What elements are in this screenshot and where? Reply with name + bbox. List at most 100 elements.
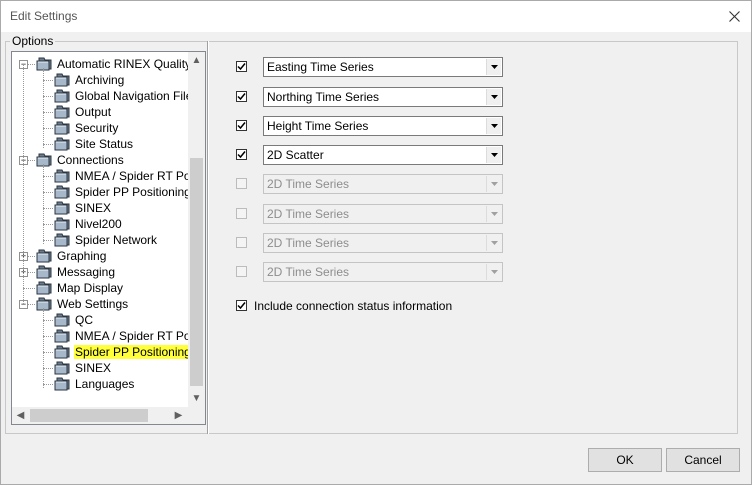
tree-node-label: Spider PP Positioning xyxy=(75,185,191,199)
tree-connector xyxy=(43,384,53,385)
graph-type-dropdown[interactable]: 2D Time Series xyxy=(263,174,503,194)
tree-node[interactable]: Output xyxy=(54,104,112,120)
close-icon xyxy=(728,11,740,22)
graph-enable-checkbox[interactable] xyxy=(236,208,247,219)
tree-node[interactable]: QC xyxy=(54,312,94,328)
tree-node[interactable]: Global Navigation Files xyxy=(54,88,192,104)
folder-icon xyxy=(36,265,52,279)
tree-node-label: QC xyxy=(75,313,93,327)
graph-enable-checkbox[interactable] xyxy=(236,61,247,72)
dropdown-button[interactable] xyxy=(486,176,501,192)
graph-type-dropdown[interactable]: 2D Time Series xyxy=(263,262,503,282)
tree-node-label: NMEA / Spider RT Posi xyxy=(75,329,192,343)
horizontal-scroll-thumb[interactable] xyxy=(30,409,148,422)
tree-connector xyxy=(43,176,53,177)
cancel-button[interactable]: Cancel xyxy=(666,448,740,472)
tree-node[interactable]: Connections xyxy=(36,152,125,168)
folder-icon xyxy=(54,233,70,247)
checkmark-icon xyxy=(237,93,246,101)
tree-node[interactable]: Map Display xyxy=(36,280,124,296)
include-status-checkbox[interactable] xyxy=(236,300,247,311)
tree-node-label: Archiving xyxy=(75,73,125,87)
folder-icon xyxy=(54,345,70,359)
folder-icon xyxy=(54,329,70,343)
tree-node[interactable]: NMEA / Spider RT Posi xyxy=(54,328,192,344)
tree-node[interactable]: SINEX xyxy=(54,200,112,216)
tree-node[interactable]: Archiving xyxy=(54,72,125,88)
graph-type-dropdown[interactable]: 2D Scatter xyxy=(263,145,503,165)
folder-icon xyxy=(54,169,70,183)
tree-node[interactable]: Web Settings xyxy=(36,296,129,312)
graph-enable-checkbox[interactable] xyxy=(236,91,247,102)
graph-type-value: Height Time Series xyxy=(267,119,369,133)
folder-icon xyxy=(54,137,70,151)
ok-button[interactable]: OK xyxy=(588,448,662,472)
graph-type-value: 2D Time Series xyxy=(267,177,350,191)
tree-connector xyxy=(43,240,53,241)
folder-icon xyxy=(54,201,70,215)
settings-tree[interactable]: Automatic RINEX Quality Ch−ArchivingGlob… xyxy=(11,51,206,425)
graph-enable-checkbox[interactable] xyxy=(236,237,247,248)
dropdown-button[interactable] xyxy=(486,147,501,163)
folder-icon xyxy=(54,185,70,199)
folder-icon xyxy=(54,105,70,119)
dropdown-button[interactable] xyxy=(486,235,501,251)
tree-connector xyxy=(23,288,35,289)
tree-node[interactable]: Spider Network xyxy=(54,232,158,248)
tree-vertical-scrollbar[interactable]: ▲ ▼ xyxy=(188,52,205,407)
graph-enable-checkbox[interactable] xyxy=(236,120,247,131)
dropdown-button[interactable] xyxy=(486,89,501,105)
tree-node[interactable]: Spider PP Positioning xyxy=(54,344,192,360)
checkmark-icon xyxy=(237,151,246,159)
scroll-left-icon[interactable]: ◀ xyxy=(12,407,29,424)
graph-type-dropdown[interactable]: Northing Time Series xyxy=(263,87,503,107)
tree-connector xyxy=(43,144,53,145)
tree-node-label: Map Display xyxy=(57,281,124,295)
dropdown-button[interactable] xyxy=(486,59,501,75)
dropdown-button[interactable] xyxy=(486,264,501,280)
tree-node[interactable]: Graphing xyxy=(36,248,107,264)
tree-node[interactable]: NMEA / Spider RT Posi xyxy=(54,168,192,184)
tree-node[interactable]: Spider PP Positioning xyxy=(54,184,192,200)
graph-type-dropdown[interactable]: Height Time Series xyxy=(263,116,503,136)
tree-node-label: SINEX xyxy=(75,361,112,375)
chevron-down-icon xyxy=(490,241,498,245)
scroll-down-icon[interactable]: ▼ xyxy=(188,390,205,407)
tree-node-label: Site Status xyxy=(75,137,134,151)
close-button[interactable] xyxy=(717,1,751,32)
dropdown-button[interactable] xyxy=(486,118,501,134)
tree-node[interactable]: Messaging xyxy=(36,264,116,280)
graph-type-dropdown[interactable]: 2D Time Series xyxy=(263,233,503,253)
graph-enable-checkbox[interactable] xyxy=(236,149,247,160)
tree-node[interactable]: Security xyxy=(54,120,119,136)
chevron-down-icon xyxy=(490,212,498,216)
tree-connector xyxy=(43,164,44,244)
graph-enable-checkbox[interactable] xyxy=(236,266,247,277)
graph-type-value: 2D Time Series xyxy=(267,236,350,250)
folder-icon xyxy=(54,217,70,231)
checkmark-icon xyxy=(237,63,246,71)
tree-horizontal-scrollbar[interactable]: ◀ ▶ xyxy=(12,407,205,424)
graph-type-value: Northing Time Series xyxy=(267,90,380,104)
chevron-down-icon xyxy=(490,124,498,128)
dropdown-button[interactable] xyxy=(486,206,501,222)
tree-node-label: Messaging xyxy=(57,265,116,279)
tree-node[interactable]: SINEX xyxy=(54,360,112,376)
tree-connector xyxy=(43,112,53,113)
tree-node[interactable]: Automatic RINEX Quality Ch xyxy=(36,56,192,72)
pane-splitter[interactable] xyxy=(207,41,209,434)
tree-node-label: Spider Network xyxy=(75,233,158,247)
folder-icon xyxy=(54,361,70,375)
scroll-up-icon[interactable]: ▲ xyxy=(188,52,205,69)
chevron-down-icon xyxy=(490,153,498,157)
tree-connector xyxy=(43,368,53,369)
graph-enable-checkbox[interactable] xyxy=(236,178,247,189)
scroll-right-icon[interactable]: ▶ xyxy=(170,407,187,424)
vertical-scroll-thumb[interactable] xyxy=(190,158,203,386)
tree-node[interactable]: Site Status xyxy=(54,136,134,152)
tree-connector xyxy=(43,128,53,129)
graph-type-dropdown[interactable]: Easting Time Series xyxy=(263,57,503,77)
tree-node[interactable]: Languages xyxy=(54,376,135,392)
tree-node[interactable]: Nivel200 xyxy=(54,216,123,232)
graph-type-dropdown[interactable]: 2D Time Series xyxy=(263,204,503,224)
